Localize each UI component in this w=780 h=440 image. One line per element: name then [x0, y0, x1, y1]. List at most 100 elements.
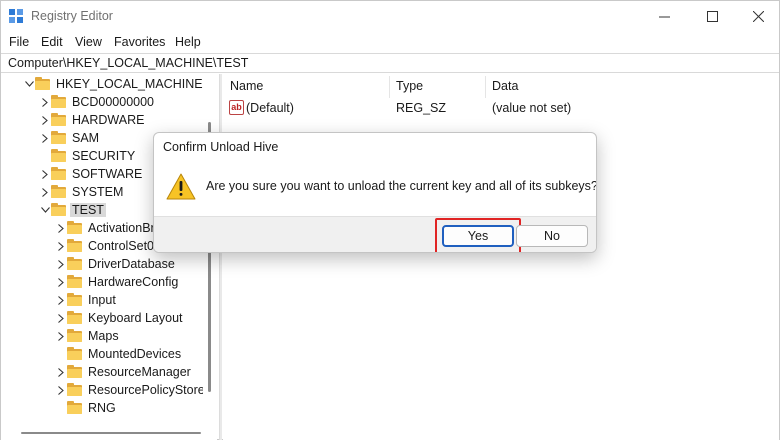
tree-node-resourcepolicystore[interactable]: ResourcePolicyStore — [55, 381, 205, 399]
tree-label: RNG — [88, 401, 116, 415]
value-type: REG_SZ — [396, 101, 447, 115]
tree-label: MountedDevices — [88, 347, 182, 361]
folder-icon — [35, 77, 51, 90]
tree-label: Maps — [88, 329, 119, 343]
chevron-right-icon[interactable] — [39, 93, 51, 111]
tree-label: SOFTWARE — [72, 167, 143, 181]
chevron-right-icon[interactable] — [39, 183, 51, 201]
tree-node-mounteddevices[interactable]: MountedDevices — [55, 345, 181, 363]
chevron-right-icon[interactable] — [55, 309, 67, 327]
chevron-right-icon[interactable] — [55, 327, 67, 345]
dialog-title: Confirm Unload Hive — [163, 140, 279, 154]
close-button[interactable] — [735, 1, 780, 32]
chevron-down-icon[interactable] — [39, 201, 51, 219]
address-path: Computer\HKEY_LOCAL_MACHINE\TEST — [8, 56, 249, 70]
folder-icon — [51, 95, 67, 108]
folder-icon — [67, 329, 83, 342]
string-value-ab-icon: ab — [229, 100, 244, 115]
values-list-pane: Name Type Data ab (Default) REG_SZ (valu… — [223, 74, 779, 440]
tree-node-sam[interactable]: SAM — [39, 129, 99, 147]
chevron-right-icon[interactable] — [55, 237, 67, 255]
menu-edit[interactable]: Edit — [41, 35, 63, 49]
folder-icon — [51, 167, 67, 180]
chevron-down-icon[interactable] — [23, 75, 35, 93]
tree-node-bcd[interactable]: BCD00000000 — [39, 93, 154, 111]
folder-icon — [51, 185, 67, 198]
chevron-right-icon[interactable] — [39, 165, 51, 183]
tree-node-maps[interactable]: Maps — [55, 327, 119, 345]
dialog-message: Are you sure you want to unload the curr… — [206, 179, 597, 193]
maximize-button[interactable] — [689, 1, 735, 32]
tree-node-keyboard-layout[interactable]: Keyboard Layout — [55, 309, 183, 327]
column-header-data[interactable]: Data — [492, 74, 518, 98]
tree-node-system[interactable]: SYSTEM — [39, 183, 123, 201]
tree-label: TEST — [70, 203, 106, 217]
registry-editor-app-icon — [9, 9, 24, 24]
tree-node-input[interactable]: Input — [55, 291, 116, 309]
confirm-unload-hive-dialog: Confirm Unload Hive Are you sure you wan… — [153, 132, 597, 253]
tree-label: HARDWARE — [72, 113, 145, 127]
tree-node-controlset001[interactable]: ControlSet001 — [55, 237, 168, 255]
address-bar[interactable]: Computer\HKEY_LOCAL_MACHINE\TEST — [1, 53, 779, 73]
tree-label: SYSTEM — [72, 185, 124, 199]
window-title: Registry Editor — [31, 9, 113, 23]
chevron-right-icon[interactable] — [55, 255, 67, 273]
title-bar: Registry Editor — [1, 1, 779, 32]
tree-node-software[interactable]: SOFTWARE — [39, 165, 142, 183]
tree-node-hardware[interactable]: HARDWARE — [39, 111, 144, 129]
tree-node-security[interactable]: SECURITY — [39, 147, 135, 165]
key-tree-pane: HKEY_LOCAL_MACHINE BCD00000000 HARDWARE … — [1, 74, 217, 432]
scrollbar-thumb[interactable] — [21, 432, 201, 434]
dialog-button-bar: Yes No — [154, 216, 596, 252]
chevron-right-icon[interactable] — [39, 129, 51, 147]
value-name: (Default) — [246, 101, 294, 115]
yes-button[interactable]: Yes — [442, 225, 514, 247]
tree-node-hklm[interactable]: HKEY_LOCAL_MACHINE — [23, 75, 203, 93]
tree-node-test[interactable]: TEST — [39, 201, 106, 219]
chevron-right-icon[interactable] — [55, 381, 67, 399]
maximize-icon — [706, 11, 718, 22]
tree-node-driverdatabase[interactable]: DriverDatabase — [55, 255, 175, 273]
column-header-type[interactable]: Type — [396, 74, 423, 98]
folder-icon — [67, 239, 83, 252]
chevron-right-icon[interactable] — [55, 273, 67, 291]
folder-icon — [67, 257, 83, 270]
tree-label: HardwareConfig — [88, 275, 179, 289]
chevron-right-icon[interactable] — [55, 219, 67, 237]
tree-horizontal-scrollbar[interactable] — [1, 426, 217, 440]
menu-bar: File Edit View Favorites Help — [1, 32, 779, 52]
folder-icon — [67, 347, 83, 360]
warning-icon — [166, 173, 196, 200]
tree-label: ResourceManager — [88, 365, 191, 379]
folder-icon — [51, 113, 67, 126]
close-icon — [752, 11, 764, 22]
tree-label: DriverDatabase — [88, 257, 175, 271]
no-button[interactable]: No — [516, 225, 588, 247]
tree-node-hardwareconfig[interactable]: HardwareConfig — [55, 273, 178, 291]
tree-label: Keyboard Layout — [88, 311, 183, 325]
folder-icon — [51, 203, 67, 216]
menu-favorites[interactable]: Favorites — [114, 35, 165, 49]
chevron-right-icon[interactable] — [55, 291, 67, 309]
value-row-default[interactable]: ab (Default) REG_SZ (value not set) — [223, 98, 779, 118]
pane-splitter[interactable] — [219, 74, 222, 440]
folder-icon — [51, 131, 67, 144]
minimize-button[interactable] — [641, 1, 687, 32]
tree-label: BCD00000000 — [72, 95, 155, 109]
tree-node-resourcemanager[interactable]: ResourceManager — [55, 363, 191, 381]
tree-label: HKEY_LOCAL_MACHINE — [56, 77, 203, 91]
minimize-icon — [658, 16, 670, 18]
tree-node-rng[interactable]: RNG — [55, 399, 116, 417]
folder-icon — [67, 401, 83, 414]
folder-icon — [67, 293, 83, 306]
chevron-right-icon[interactable] — [39, 111, 51, 129]
menu-view[interactable]: View — [75, 35, 102, 49]
chevron-right-icon[interactable] — [55, 363, 67, 381]
menu-help[interactable]: Help — [175, 35, 201, 49]
menu-file[interactable]: File — [9, 35, 29, 49]
folder-icon — [67, 365, 83, 378]
tree-label: ResourcePolicyStore — [88, 383, 205, 397]
column-header-name[interactable]: Name — [230, 74, 263, 98]
folder-icon — [67, 275, 83, 288]
tree-label: SECURITY — [72, 149, 136, 163]
